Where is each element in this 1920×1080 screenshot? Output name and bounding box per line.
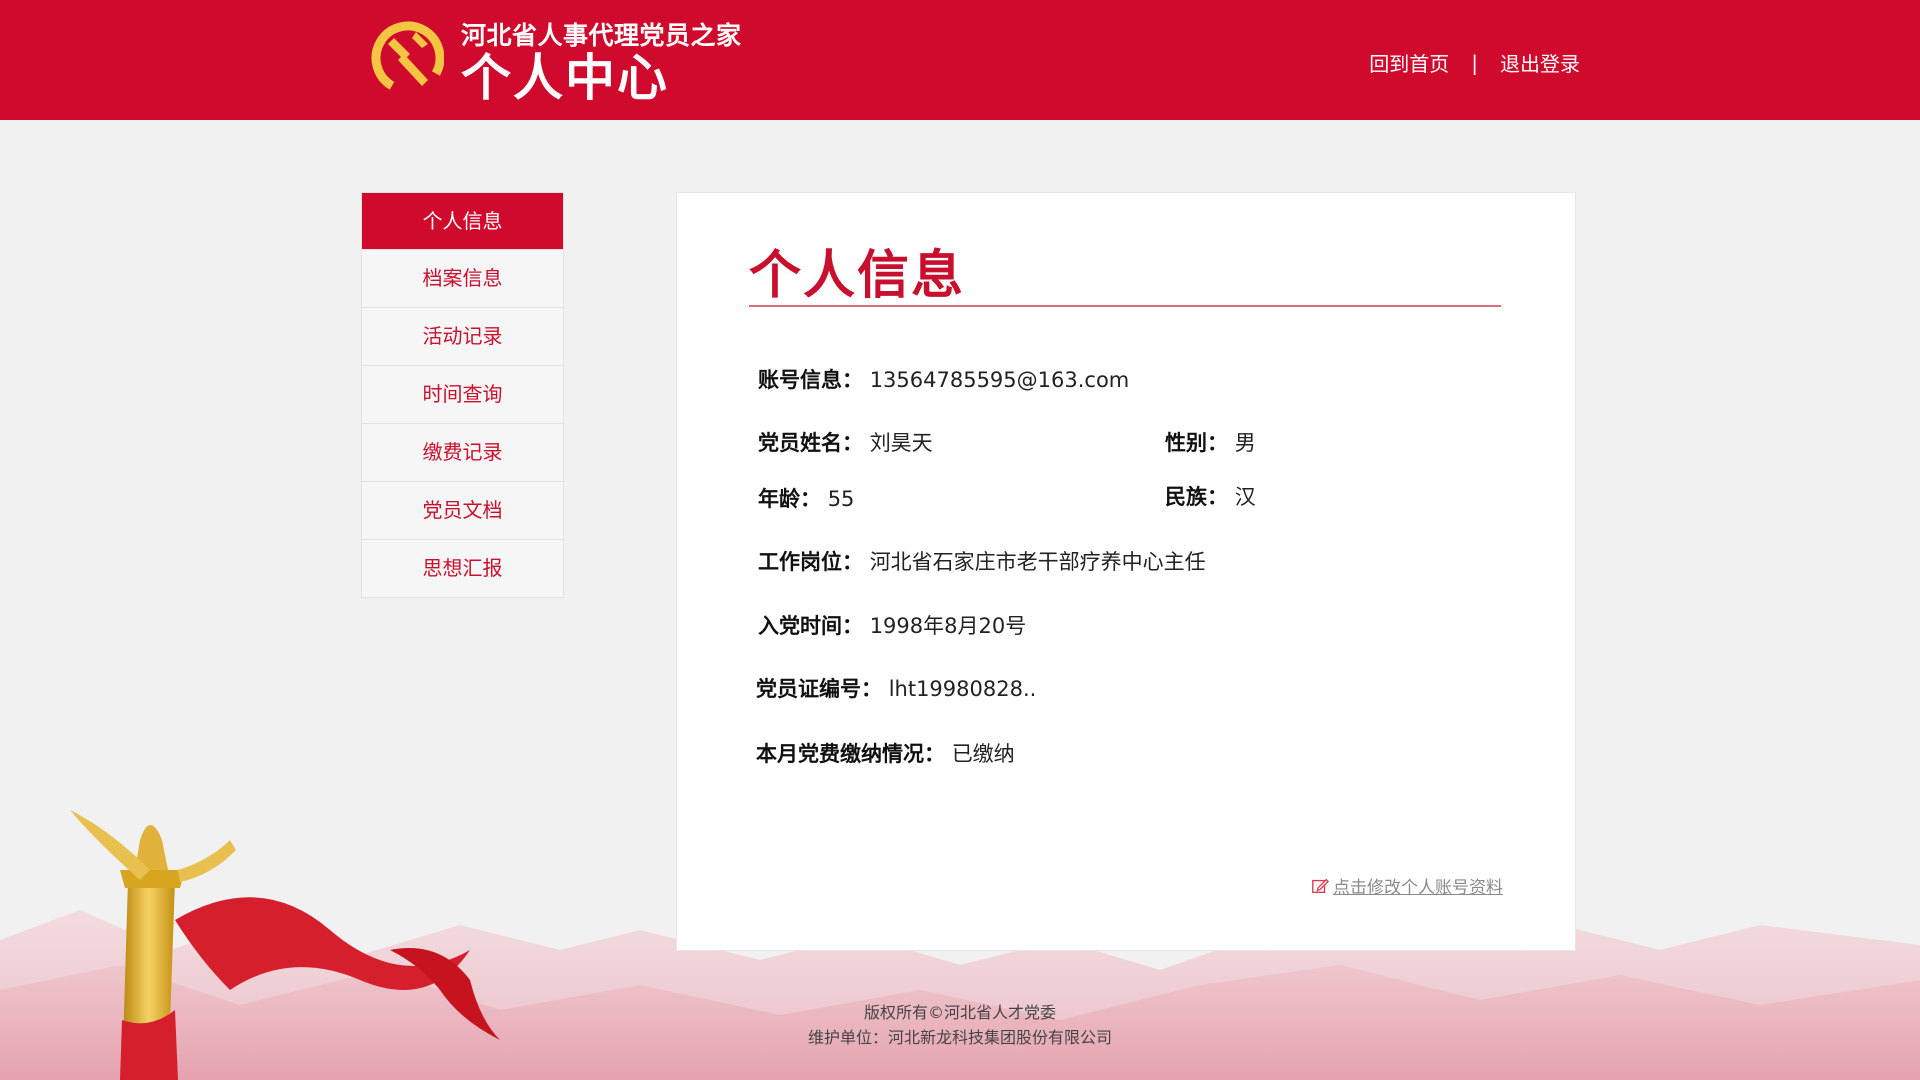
edit-icon [1312,878,1329,893]
home-link[interactable]: 回到首页 [1369,48,1449,77]
name-value: 刘昊天 [869,431,933,455]
gender-field: 性别： 男 [1165,427,1256,457]
copyright-text: 版权所有©河北省人才党委 [863,1003,1056,1022]
join-date-value: 1998年8月20号 [869,614,1027,638]
sidebar-item-member-documents[interactable]: 党员文档 [362,482,563,540]
account-label: 账号信息： [758,368,863,392]
age-value: 55 [827,487,855,511]
card-number-label: 党员证编号： [756,677,882,701]
title-divider [749,305,1501,307]
sidebar-item-payment-records[interactable]: 缴费记录 [362,424,563,482]
edit-profile-link[interactable]: 点击修改个人账号资料 [1311,873,1503,898]
sidebar-item-personal-info[interactable]: 个人信息 [362,193,563,250]
party-emblem-icon [371,21,444,95]
sidebar-menu: 个人信息 档案信息 活动记录 时间查询 缴费记录 党员文档 思想汇报 [361,192,564,598]
age-label: 年龄： [758,487,821,511]
gender-value: 男 [1234,431,1256,455]
job-field: 工作岗位： 河北省石家庄市老干部疗养中心主任 [758,546,1206,576]
card-number-value: lht19980828.. [888,677,1037,701]
gender-label: 性别： [1165,431,1228,455]
account-value: 13564785595@163.com [869,368,1130,392]
logout-link[interactable]: 退出登录 [1500,48,1580,77]
fee-status-label: 本月党费缴纳情况： [756,742,945,766]
site-header: 河北省人事代理党员之家 个人中心 回到首页 | 退出登录 [0,0,1920,120]
top-nav: 回到首页 | 退出登录 [1369,48,1580,77]
ethnicity-field: 民族： 汉 [1165,481,1256,511]
sidebar-item-archive-info[interactable]: 档案信息 [362,250,563,308]
job-label: 工作岗位： [758,550,863,574]
fee-status-field: 本月党费缴纳情况： 已缴纳 [756,738,1015,768]
maintainer-text: 维护单位：河北新龙科技集团股份有限公司 [807,1028,1112,1047]
site-name: 河北省人事代理党员之家 [461,21,742,50]
sidebar-item-thought-report[interactable]: 思想汇报 [362,540,563,597]
account-field: 账号信息： 13564785595@163.com [758,364,1129,394]
sidebar-item-time-query[interactable]: 时间查询 [362,366,563,424]
edit-profile-label: 点击修改个人账号资料 [1333,878,1503,898]
site-footer: 版权所有©河北省人才党委 维护单位：河北新龙科技集团股份有限公司 [0,1000,1920,1050]
join-date-label: 入党时间： [758,614,863,638]
profile-panel: 个人信息 账号信息： 13564785595@163.com 党员姓名： 刘昊天… [676,192,1576,951]
fee-status-value: 已缴纳 [951,742,1015,766]
card-number-field: 党员证编号： lht19980828.. [756,673,1036,703]
panel-title: 个人信息 [749,246,966,306]
name-label: 党员姓名： [758,431,863,455]
sidebar-item-activity-records[interactable]: 活动记录 [362,308,563,366]
job-value: 河北省石家庄市老干部疗养中心主任 [869,550,1206,574]
nav-separator: | [1471,50,1478,75]
name-field: 党员姓名： 刘昊天 [758,427,933,457]
join-date-field: 入党时间： 1998年8月20号 [758,610,1026,640]
ethnicity-label: 民族： [1165,485,1228,509]
age-field: 年龄： 55 [758,483,854,513]
page-title: 个人中心 [461,49,669,107]
ethnicity-value: 汉 [1234,485,1256,509]
